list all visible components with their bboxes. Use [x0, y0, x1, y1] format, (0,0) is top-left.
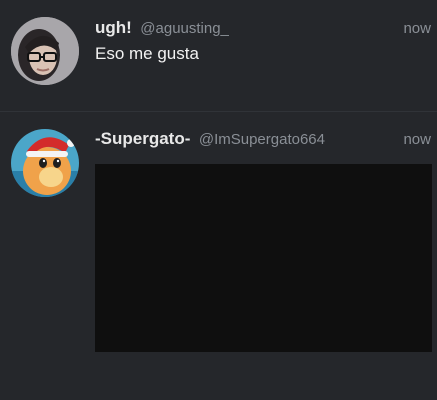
tweet-feed: ugh! @aguusting_ now Eso me gusta -Super… — [0, 0, 437, 400]
tweet-text: Eso me gusta — [95, 44, 199, 63]
tweet-header: -Supergato- @ImSupergato664 now — [95, 129, 431, 151]
tweet-item[interactable]: ugh! @aguusting_ now Eso me gusta — [0, 0, 437, 112]
tweet-item[interactable]: -Supergato- @ImSupergato664 now — [0, 113, 437, 400]
user-photo-icon — [11, 17, 79, 85]
user-handle[interactable]: @aguusting_ — [140, 20, 229, 37]
tweet-divider — [0, 111, 437, 112]
avatar[interactable] — [11, 17, 79, 85]
display-name[interactable]: -Supergato- — [95, 129, 190, 148]
user-handle[interactable]: @ImSupergato664 — [199, 131, 325, 148]
timestamp[interactable]: now — [403, 131, 431, 148]
display-name[interactable]: ugh! — [95, 18, 132, 37]
avatar[interactable] — [11, 129, 79, 197]
media-embed[interactable] — [95, 164, 432, 352]
cartoon-avatar-icon — [11, 129, 79, 197]
timestamp[interactable]: now — [403, 20, 431, 37]
tweet-header: ugh! @aguusting_ now — [95, 18, 431, 40]
